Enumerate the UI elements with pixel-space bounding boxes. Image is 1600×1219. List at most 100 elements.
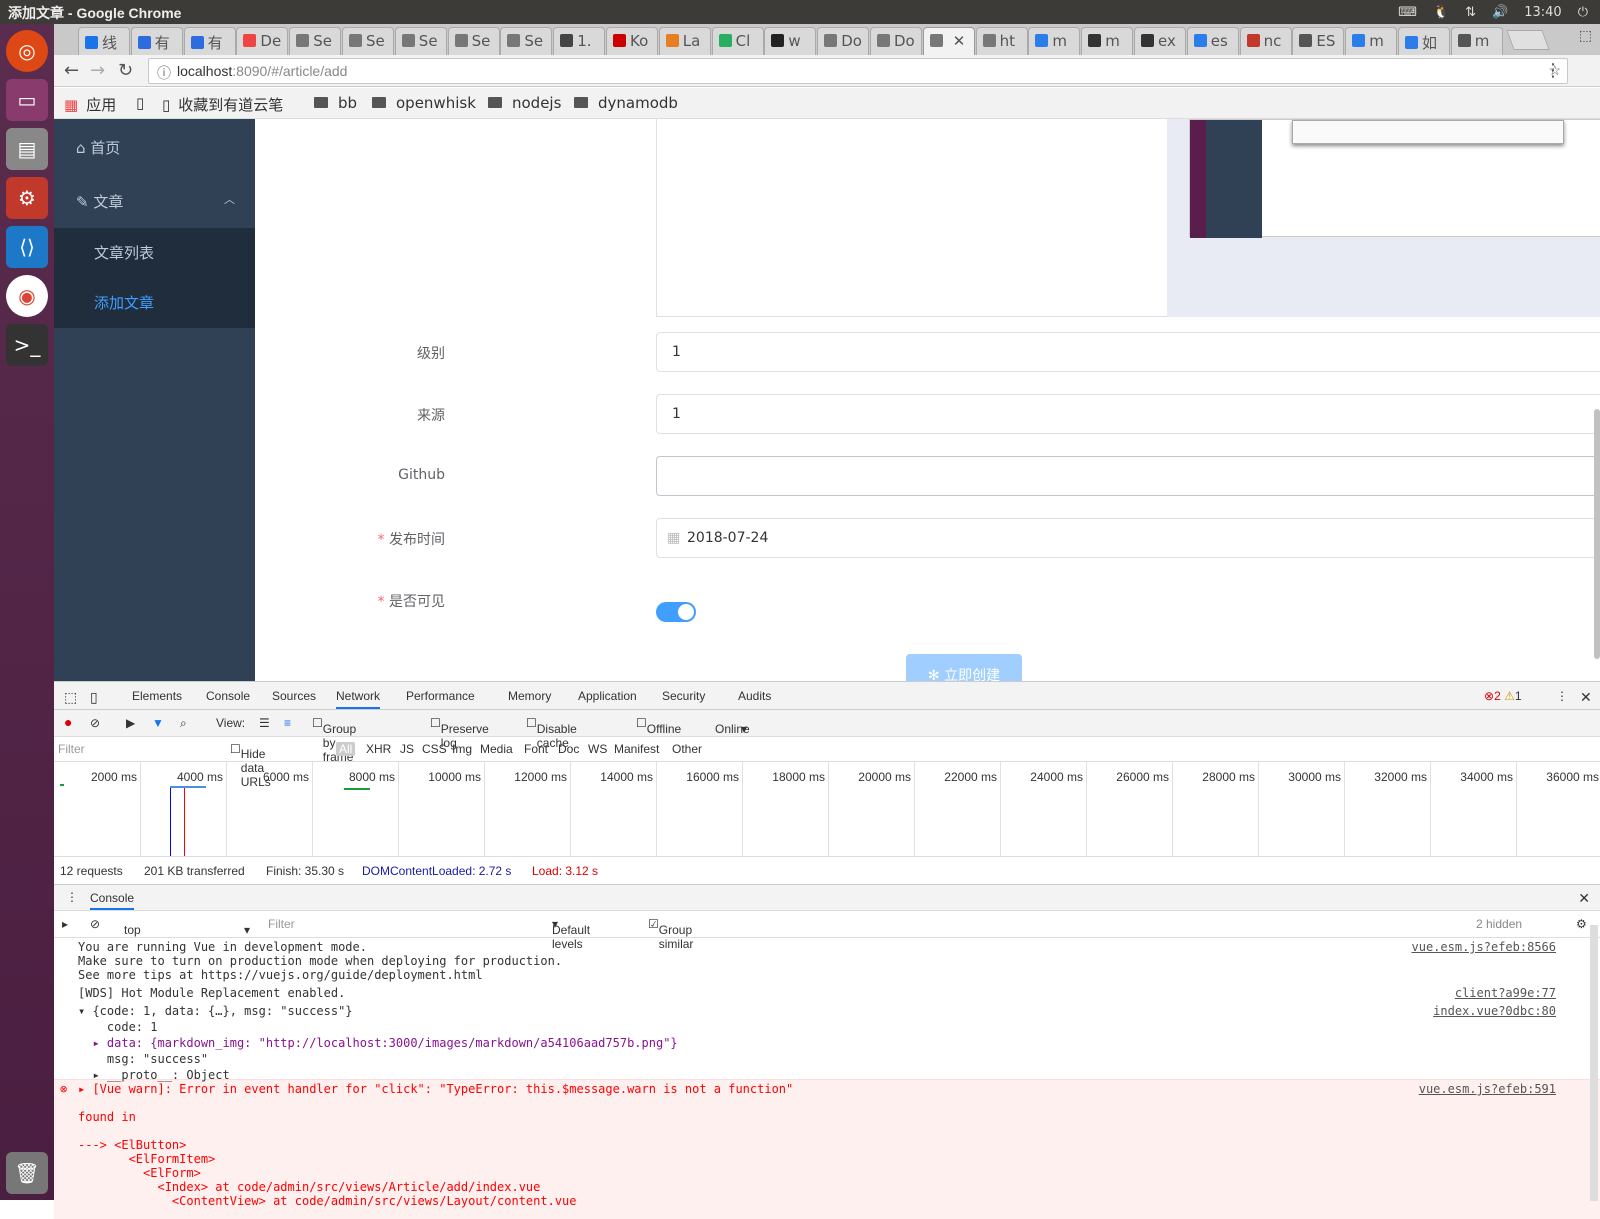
sidebar-item-article-list[interactable]: 文章列表	[54, 228, 255, 278]
console-settings-icon[interactable]: ⚙	[1576, 917, 1587, 931]
inspect-icon[interactable]: ⬚	[64, 689, 77, 706]
page-scrollbar[interactable]	[1594, 409, 1600, 659]
clear-console-icon[interactable]: ⊘	[90, 917, 100, 931]
filter-media[interactable]: Media	[480, 742, 513, 756]
device-toggle-icon[interactable]: ▯	[90, 689, 98, 706]
tab-elements[interactable]: Elements	[132, 689, 182, 703]
browser-tab[interactable]: Do	[817, 27, 870, 55]
drawer-menu-icon[interactable]: ⋮	[66, 890, 78, 904]
browser-tab[interactable]: Se	[500, 27, 553, 55]
large-rows-icon[interactable]: ☰	[259, 716, 270, 730]
publish-date-picker[interactable]: ▦ 2018-07-24	[656, 518, 1600, 558]
bookmark-apps[interactable]: ▦ 应用	[64, 94, 116, 115]
tab-audits[interactable]: Audits	[738, 689, 771, 703]
markdown-editor[interactable]	[656, 119, 1600, 317]
browser-tab[interactable]: w	[764, 27, 817, 55]
console-line[interactable]: ▸ data: {markdown_img: "http://localhost…	[78, 1036, 677, 1050]
reload-icon[interactable]: ↻	[118, 60, 133, 81]
error-source-link[interactable]: vue.esm.js?efeb:591	[1419, 1082, 1556, 1096]
new-tab-button[interactable]	[1506, 30, 1550, 50]
disable-cache-checkbox[interactable]: ☐ Disable cache	[526, 716, 577, 750]
level-select[interactable]: 1﹀	[656, 332, 1600, 372]
filter-js[interactable]: JS	[400, 742, 414, 756]
tab-console[interactable]: Console	[206, 689, 250, 703]
console-source-link[interactable]: index.vue?0dbc:80	[1433, 1004, 1556, 1018]
vscode-icon[interactable]: ⟨⟩	[6, 226, 48, 268]
sidebar-item-add-article[interactable]: 添加文章	[54, 278, 255, 328]
browser-tab[interactable]: m	[1450, 27, 1503, 55]
filter-xhr[interactable]: XHR	[366, 742, 391, 756]
back-icon[interactable]: ←	[64, 60, 79, 81]
browser-tab[interactable]: 如	[1398, 27, 1450, 55]
trash-icon[interactable]: 🗑	[6, 1152, 48, 1194]
console-scrollbar[interactable]	[1590, 925, 1598, 1201]
filter-img[interactable]: Img	[452, 742, 472, 756]
tab-performance[interactable]: Performance	[406, 689, 475, 703]
network-overview[interactable]: 2000 ms 4000 ms 6000 ms 8000 ms 10000 ms 1200…	[54, 762, 1600, 857]
source-select[interactable]: 1﹀	[656, 394, 1600, 434]
clock[interactable]: 13:40	[1524, 5, 1561, 20]
drawer-tab-console[interactable]: Console	[90, 891, 135, 910]
bookmark-folder-bb[interactable]: bb	[314, 94, 357, 112]
error-count[interactable]: ⊗2 ⚠1	[1484, 689, 1522, 703]
browser-tab[interactable]: ✕	[922, 27, 975, 55]
browser-tab[interactable]: 1.	[553, 27, 606, 55]
tab-sources[interactable]: Sources	[272, 689, 316, 703]
filter-icon[interactable]: ▼	[152, 716, 164, 730]
menu-icon[interactable]: ⋮	[1544, 60, 1562, 81]
sidebar-item-article[interactable]: ✎ 文章 ︿	[54, 177, 255, 227]
console-line[interactable]: ▾ {code: 1, data: {…}, msg: "success"}	[78, 1004, 353, 1018]
browser-tab[interactable]: nc	[1239, 27, 1292, 55]
address-bar[interactable]: ⓘ localhost:8090/#/article/add ☆	[148, 58, 1568, 84]
bookmark-page-icon[interactable]: ▯	[136, 94, 144, 112]
browser-tab[interactable]: m	[1345, 27, 1398, 55]
network-filter-input[interactable]: Filter	[58, 742, 218, 756]
bookmark-youdao[interactable]: ▯ 收藏到有道云笔	[162, 94, 283, 115]
network-icon[interactable]: ⇅	[1465, 5, 1476, 20]
browser-tab[interactable]: Do	[870, 27, 922, 55]
filter-font[interactable]: Font	[524, 742, 548, 756]
hide-data-urls-checkbox[interactable]: ☐ Hide data URLs	[230, 742, 271, 789]
browser-tab[interactable]: 有	[130, 27, 183, 55]
group-by-frame-checkbox[interactable]: ☐ Group by frame	[312, 716, 356, 764]
terminal-icon[interactable]: >_	[6, 324, 48, 366]
tab-network[interactable]: Network	[336, 689, 381, 709]
bookmark-folder-dynamodb[interactable]: dynamodb	[574, 94, 678, 112]
chrome-icon[interactable]: ◉	[6, 275, 48, 317]
browser-tab[interactable]: Se	[394, 27, 447, 55]
screenshot-icon[interactable]: ▶	[126, 716, 135, 730]
workspace-icon[interactable]: ▭	[6, 79, 48, 121]
offline-checkbox[interactable]: ☐ Offline	[636, 716, 681, 736]
filter-css[interactable]: CSS	[422, 742, 447, 756]
console-source-link[interactable]: vue.esm.js?efeb:8566	[1412, 940, 1557, 954]
close-devtools-icon[interactable]: ✕	[1580, 689, 1592, 706]
console-filter-input[interactable]: Filter	[268, 917, 538, 931]
bookmark-folder-nodejs[interactable]: nodejs	[488, 94, 561, 112]
github-input[interactable]	[656, 456, 1600, 496]
browser-tab[interactable]: ht	[975, 27, 1028, 55]
browser-tab[interactable]: m	[1028, 27, 1081, 55]
visible-switch[interactable]	[656, 602, 696, 622]
tab-memory[interactable]: Memory	[508, 689, 551, 703]
power-icon[interactable]: ⏻	[1578, 5, 1588, 20]
tab-security[interactable]: Security	[662, 689, 705, 703]
filter-ws[interactable]: WS	[588, 742, 607, 756]
info-icon[interactable]: ⓘ	[157, 63, 171, 83]
browser-tab[interactable]: Se	[447, 27, 500, 55]
submit-button[interactable]: ✻ 立即创建	[906, 654, 1022, 681]
keyboard-icon[interactable]: ⌨	[1398, 5, 1417, 20]
log-levels-select[interactable]: Default levels ▾	[552, 917, 590, 951]
browser-tab[interactable]: ES	[1292, 27, 1345, 55]
console-line[interactable]: ▸ __proto__: Object	[78, 1068, 229, 1082]
filter-other[interactable]: Other	[672, 742, 702, 756]
filter-manifest[interactable]: Manifest	[614, 742, 659, 756]
tux-icon[interactable]: 🐧	[1433, 5, 1449, 20]
filter-doc[interactable]: Doc	[558, 742, 579, 756]
search-icon[interactable]: ⌕	[180, 716, 187, 731]
browser-tab[interactable]: m	[1081, 27, 1134, 55]
tab-application[interactable]: Application	[578, 689, 637, 703]
files-icon[interactable]: ▤	[6, 128, 48, 170]
waterfall-icon[interactable]: ≡	[284, 716, 291, 730]
settings-icon[interactable]: ⚙	[6, 177, 48, 219]
browser-tab[interactable]: Cl	[711, 27, 764, 55]
